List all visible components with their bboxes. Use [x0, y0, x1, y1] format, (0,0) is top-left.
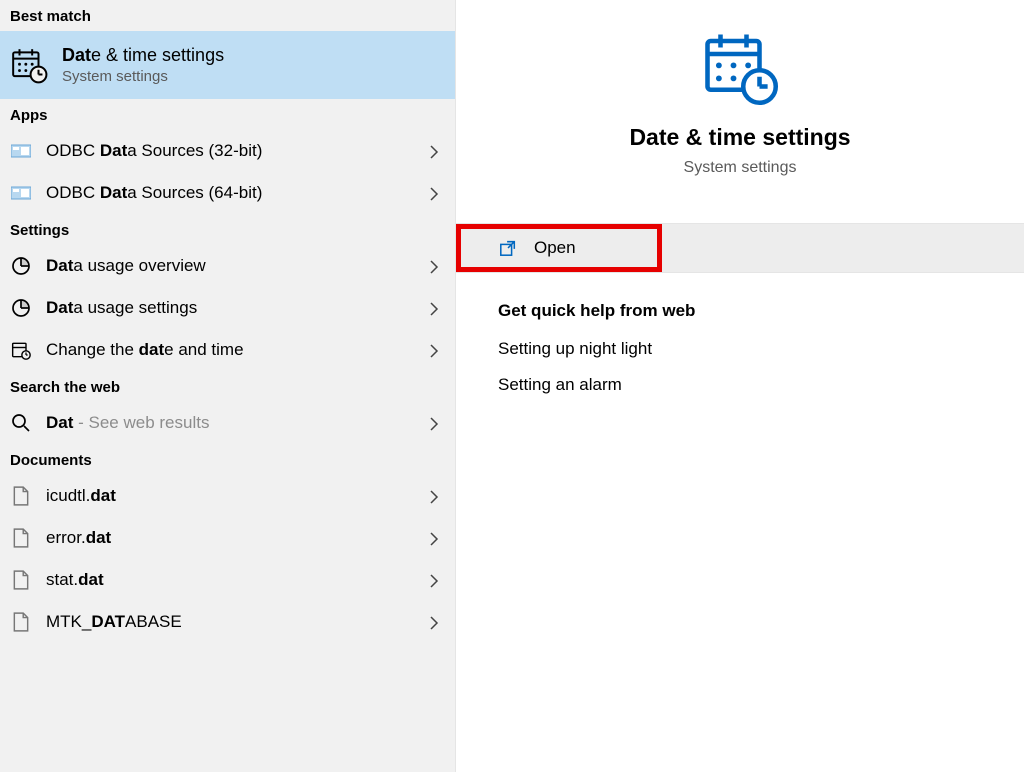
web-result[interactable]: Dat - See web results	[0, 402, 455, 444]
file-icon	[10, 527, 32, 549]
web-label: Dat - See web results	[46, 413, 415, 433]
search-results-panel: Best match Date & time settings System s…	[0, 0, 456, 772]
file-icon	[10, 485, 32, 507]
best-match-text: Date & time settings System settings	[62, 45, 224, 85]
odbc-icon	[10, 140, 32, 162]
date-time-hero-icon	[456, 28, 1024, 106]
best-match-result[interactable]: Date & time settings System settings	[0, 31, 455, 99]
chevron-right-icon	[429, 574, 441, 586]
chevron-right-icon	[429, 616, 441, 628]
app-label: ODBC Data Sources (32-bit)	[46, 141, 415, 161]
chevron-right-icon	[429, 344, 441, 356]
search-web-header: Search the web	[0, 371, 455, 402]
doc-label: error.dat	[46, 528, 415, 548]
chevron-right-icon	[429, 260, 441, 272]
setting-label: Data usage overview	[46, 256, 415, 276]
app-result-odbc-32[interactable]: ODBC Data Sources (32-bit)	[0, 130, 455, 172]
hero: Date & time settings System settings	[456, 0, 1024, 195]
chevron-right-icon	[429, 532, 441, 544]
setting-label: Data usage settings	[46, 298, 415, 318]
apps-header: Apps	[0, 99, 455, 130]
doc-result[interactable]: stat.dat	[0, 559, 455, 601]
app-label: ODBC Data Sources (64-bit)	[46, 183, 415, 203]
doc-result[interactable]: MTK_DATABASE	[0, 601, 455, 643]
setting-data-usage-settings[interactable]: Data usage settings	[0, 287, 455, 329]
best-match-header: Best match	[0, 0, 455, 31]
open-label: Open	[534, 238, 576, 258]
setting-label: Change the date and time	[46, 340, 415, 360]
quick-help-section: Get quick help from web Setting up night…	[456, 273, 1024, 411]
file-icon	[10, 569, 32, 591]
doc-label: stat.dat	[46, 570, 415, 590]
doc-label: icudtl.dat	[46, 486, 415, 506]
action-area: Open	[456, 223, 1024, 273]
chevron-right-icon	[429, 417, 441, 429]
pie-chart-icon	[10, 297, 32, 319]
chevron-right-icon	[429, 187, 441, 199]
settings-header: Settings	[0, 214, 455, 245]
detail-panel: Date & time settings System settings Ope…	[456, 0, 1024, 772]
date-time-icon	[10, 46, 48, 84]
doc-result[interactable]: error.dat	[0, 517, 455, 559]
detail-title: Date & time settings	[456, 124, 1024, 151]
documents-header: Documents	[0, 444, 455, 475]
setting-change-date-time[interactable]: Change the date and time	[0, 329, 455, 371]
doc-result[interactable]: icudtl.dat	[0, 475, 455, 517]
open-external-icon	[498, 238, 518, 258]
setting-data-usage-overview[interactable]: Data usage overview	[0, 245, 455, 287]
doc-label: MTK_DATABASE	[46, 612, 415, 632]
detail-subtitle: System settings	[456, 159, 1024, 177]
search-icon	[10, 412, 32, 434]
file-icon	[10, 611, 32, 633]
best-match-subtitle: System settings	[62, 68, 224, 85]
calendar-clock-icon	[10, 339, 32, 361]
chevron-right-icon	[429, 145, 441, 157]
quick-help-link[interactable]: Setting an alarm	[498, 375, 1024, 395]
app-result-odbc-64[interactable]: ODBC Data Sources (64-bit)	[0, 172, 455, 214]
quick-help-title: Get quick help from web	[498, 301, 1024, 321]
odbc-icon	[10, 182, 32, 204]
quick-help-link[interactable]: Setting up night light	[498, 339, 1024, 359]
best-match-title: Date & time settings	[62, 45, 224, 66]
chevron-right-icon	[429, 490, 441, 502]
chevron-right-icon	[429, 302, 441, 314]
pie-chart-icon	[10, 255, 32, 277]
open-button[interactable]: Open	[456, 224, 1024, 272]
